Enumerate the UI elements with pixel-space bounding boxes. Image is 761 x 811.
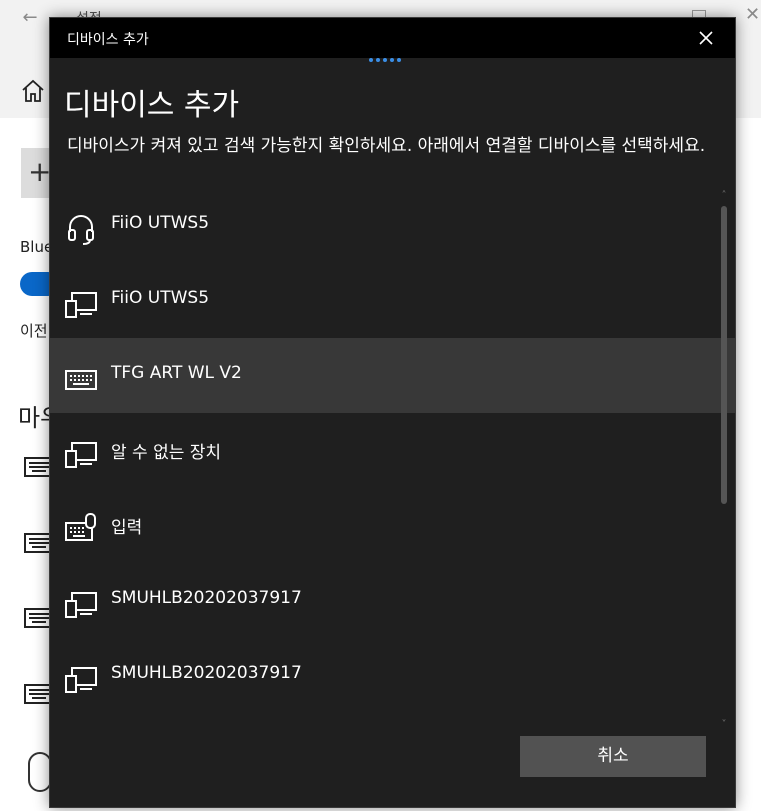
device-name: FiiO UTWS5 [111, 213, 210, 233]
device-name: SMUHLB20202037917 [111, 663, 302, 683]
device-row[interactable]: FiiO UTWS5 [50, 188, 735, 263]
keyboard-icon [65, 370, 97, 390]
progress-dot [390, 58, 394, 62]
display-device-icon [65, 592, 97, 618]
progress-dot [369, 58, 373, 62]
device-name: SMUHLB20202037917 [111, 588, 302, 608]
scroll-down-icon[interactable]: ˅ [718, 719, 730, 731]
progress-dots [369, 58, 417, 64]
dialog-heading: 디바이스 추가 [64, 88, 240, 123]
device-list-scrollbar[interactable]: ˄ ˅ [716, 188, 732, 733]
scroll-thumb[interactable] [721, 206, 727, 504]
device-name: 입력 [111, 518, 143, 538]
keyboard-mouse-icon [65, 513, 96, 541]
device-row[interactable]: 입력 [50, 488, 735, 563]
cancel-button[interactable]: 취소 [520, 736, 706, 777]
device-list: FiiO UTWS5 FiiO UTWS5 TFG ART WL V2 알 수 … [50, 188, 735, 733]
plus-icon: + [28, 155, 52, 188]
display-device-icon [65, 292, 97, 318]
headset-icon [68, 215, 94, 245]
device-row-selected[interactable]: TFG ART WL V2 [50, 338, 735, 413]
scroll-up-icon[interactable]: ˄ [718, 190, 730, 202]
device-name: 알 수 없는 장치 [111, 443, 222, 463]
display-device-icon [65, 442, 97, 468]
add-device-dialog: 디바이스 추가 디바이스 추가 디바이스가 켜져 있고 검색 가능한지 확인하세… [49, 17, 736, 808]
progress-dot [397, 58, 401, 62]
device-row[interactable]: 알 수 없는 장치 [50, 413, 735, 488]
other-devices-label: 이전 [20, 322, 48, 340]
dialog-titlebar: 디바이스 추가 [50, 18, 735, 58]
device-name: TFG ART WL V2 [111, 363, 242, 383]
device-row[interactable]: SMUHLB20202037917 [50, 563, 735, 638]
dialog-title: 디바이스 추가 [67, 32, 149, 48]
home-icon[interactable] [20, 78, 46, 104]
display-device-icon [65, 667, 97, 693]
close-icon[interactable] [692, 24, 720, 52]
instruction-text: 디바이스가 켜져 있고 검색 가능한지 확인하세요. 아래에서 연결할 디바이스… [67, 136, 706, 156]
progress-dot [376, 58, 380, 62]
back-arrow-icon[interactable]: ← [18, 6, 42, 30]
device-name: FiiO UTWS5 [111, 288, 210, 308]
progress-dot [383, 58, 387, 62]
device-row[interactable]: FiiO UTWS5 [50, 263, 735, 338]
window-close-icon[interactable]: ✕ [745, 4, 760, 25]
device-row[interactable]: SMUHLB20202037917 [50, 638, 735, 713]
